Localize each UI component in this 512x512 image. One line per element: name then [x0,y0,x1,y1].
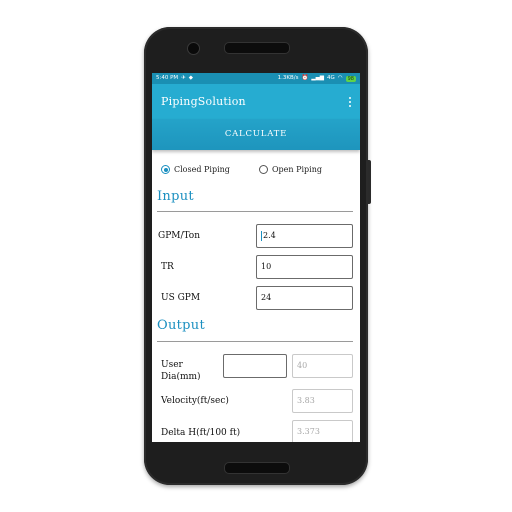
delta-h-label: Delta H(ft/100 ft) [161,428,241,438]
network-speed: 1.3KB/s [277,75,299,81]
velocity-label: Velocity(ft/sec) [161,396,229,406]
battery-icon: 98 [345,75,356,82]
overflow-menu-icon[interactable] [348,97,352,109]
gpm-ton-value: 2.4 [263,231,276,240]
text-cursor [261,231,262,241]
sync-icon: ✈ [181,75,186,81]
front-camera [187,42,200,55]
radio-open-piping[interactable]: Open Piping [259,165,322,174]
piping-mode-group: Closed Piping Open Piping [152,165,360,179]
output-heading: Output [157,318,205,333]
wifi-icon: ◠ [337,75,343,81]
radio-closed-piping-label: Closed Piping [174,165,230,174]
signal-icon: ▂▄▆ [311,75,325,81]
tr-input[interactable]: 10 [256,255,353,279]
radio-checked-icon [161,165,170,174]
calculate-button[interactable]: CALCULATE [152,119,360,150]
status-bar: 5:40 PM ✈ ◆ 1.3KB/s ⏰ ▂▄▆ 4G ◠ 98 [152,73,360,84]
radio-open-piping-label: Open Piping [272,165,323,174]
gpm-ton-label: GPM/Ton [158,231,201,241]
us-gpm-input[interactable]: 24 [256,286,353,310]
us-gpm-label: US GPM [161,293,201,303]
output-divider [157,341,353,342]
network-type: 4G [327,75,335,81]
velocity-result: 3.83 [292,389,353,413]
input-heading: Input [157,189,194,204]
radio-closed-piping[interactable]: Closed Piping [161,165,230,174]
user-dia-label-line2: Dia(mm) [161,372,201,380]
phone-screen: 5:40 PM ✈ ◆ 1.3KB/s ⏰ ▂▄▆ 4G ◠ 98 Piping… [152,73,360,442]
earpiece-speaker [224,42,290,54]
app-bar: PipingSolution [152,84,360,119]
radio-unchecked-icon [259,165,268,174]
bottom-speaker [224,462,290,474]
calculate-bar: CALCULATE [152,119,360,150]
notification-icon: ◆ [188,75,194,81]
tr-label: TR [161,262,174,272]
gpm-ton-input[interactable]: 2.4 [256,224,353,248]
app-title: PipingSolution [161,95,246,108]
user-dia-input[interactable] [223,354,287,378]
status-time: 5:40 PM [156,75,179,81]
user-dia-result: 40 [292,354,353,378]
input-divider [157,211,353,212]
delta-h-result: 3.373 [292,420,353,442]
alarm-icon: ⏰ [301,75,309,81]
power-button [368,160,371,204]
user-dia-label-line1: User [161,360,183,370]
